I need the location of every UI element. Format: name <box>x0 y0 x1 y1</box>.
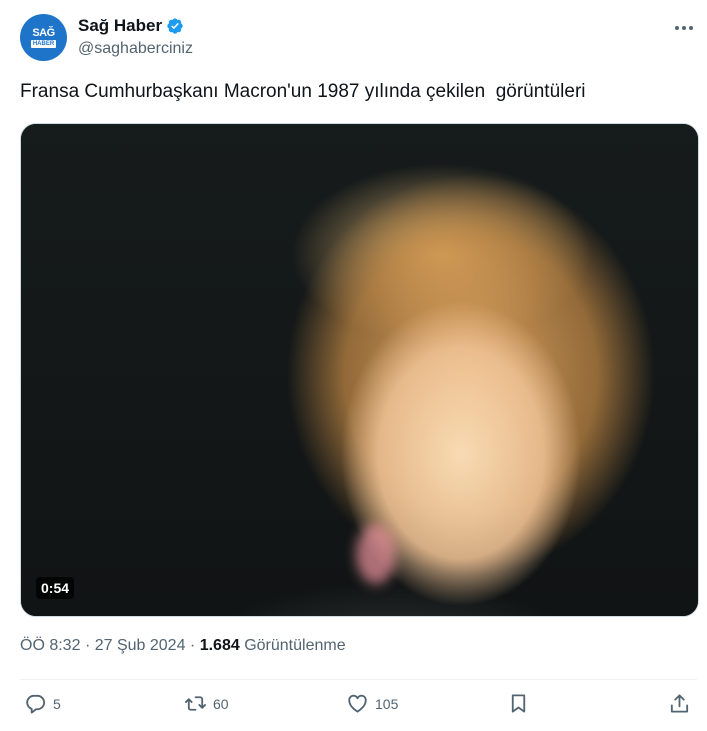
avatar-text-bottom: HABER <box>30 39 57 48</box>
like-icon <box>348 694 367 713</box>
tweet-text: Fransa Cumhurbaşkanı Macron'un 1987 yılı… <box>20 81 586 102</box>
share-button[interactable] <box>668 692 691 715</box>
handle[interactable]: @saghaberciniz <box>78 40 193 58</box>
tweet-date[interactable]: 27 Şub 2024 <box>95 637 186 654</box>
tweet-meta: ÖÖ 8:32 · 27 Şub 2024 · 1.684 Görüntülen… <box>20 637 346 655</box>
video-player[interactable]: 0:54 <box>20 123 699 617</box>
reply-icon <box>26 694 46 714</box>
retweet-icon <box>185 696 206 711</box>
tweet-header: SAĞ HABER Sağ Haber @saghaberciniz <box>20 14 700 64</box>
share-icon <box>670 694 689 713</box>
verified-icon <box>167 18 183 34</box>
meta-separator: · <box>84 637 91 654</box>
bookmark-icon <box>511 694 526 713</box>
views-label: Görüntülenme <box>244 637 346 654</box>
video-duration: 0:54 <box>36 577 75 599</box>
retweet-count: 60 <box>213 695 229 712</box>
divider <box>20 679 697 680</box>
bookmark-button[interactable] <box>507 692 530 715</box>
like-count: 105 <box>375 695 399 712</box>
avatar-text-top: SAĞ <box>32 26 55 39</box>
like-button[interactable]: 105 <box>346 692 398 715</box>
reply-button[interactable]: 5 <box>24 692 61 715</box>
more-icon[interactable] <box>672 18 696 38</box>
meta-separator: · <box>189 637 196 654</box>
views-count: 1.684 <box>199 637 240 654</box>
action-bar: 5 60 105 <box>20 692 697 722</box>
video-frame-detail <box>356 524 396 584</box>
tweet-time[interactable]: ÖÖ 8:32 <box>20 637 80 654</box>
retweet-button[interactable]: 60 <box>184 692 229 715</box>
name-row: Sağ Haber <box>78 16 184 36</box>
avatar[interactable]: SAĞ HABER <box>20 14 67 61</box>
reply-count: 5 <box>53 695 61 712</box>
display-name[interactable]: Sağ Haber <box>78 16 162 36</box>
